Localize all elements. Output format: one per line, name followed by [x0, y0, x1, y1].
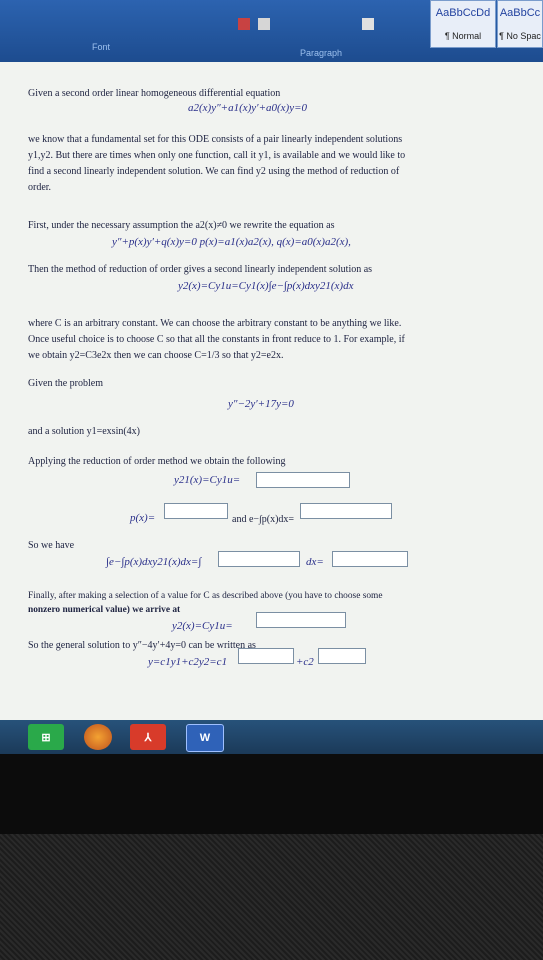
equation-problem: y″−2y′+17y=0: [228, 398, 294, 410]
font-color-icon[interactable]: [238, 18, 250, 30]
equation-y21-label: y21(x)=Cy1u=: [174, 474, 241, 486]
firefox-icon[interactable]: [84, 724, 112, 750]
font-group-label: Font: [92, 42, 111, 52]
problem-label: Given the problem: [28, 378, 103, 389]
pdf-glyph-icon: ⅄: [144, 731, 152, 744]
general-solution-c2-label: +c2: [296, 656, 314, 668]
finally-text: nonzero numerical value) we arrive at: [28, 605, 181, 615]
y2-answer-input[interactable]: [256, 612, 346, 628]
style-no-spacing-preview: AaBbCc: [499, 7, 541, 19]
style-normal-preview: AaBbCcDd: [435, 7, 491, 19]
integral-dx-label: dx=: [306, 556, 324, 568]
windows-icon: ⊞: [41, 731, 51, 744]
paragraph-group-label: Paragraph: [300, 48, 343, 58]
word-ribbon: Font Paragraph AaBbCcDd ¶ Normal AaBbCc …: [0, 0, 543, 62]
equation-p-label: p(x)=: [130, 512, 156, 524]
so-we-have-text: So we have: [28, 540, 75, 551]
method-text: Then the method of reduction of order gi…: [28, 264, 373, 275]
fundamental-set-text: order.: [28, 182, 52, 193]
applying-text: Applying the reduction of order method w…: [28, 456, 286, 467]
sort-icon[interactable]: [362, 18, 374, 30]
equation-reduction-formula: y2(x)=Cy1u=Cy1(x)∫e−∫p(x)dxy21(x)dx: [178, 280, 354, 292]
exp-integral-answer-input[interactable]: [300, 503, 392, 519]
equation-ode: a2(x)y″+a1(x)y′+a0(x)y=0: [188, 102, 308, 114]
intro-text: Given a second order linear homogeneous …: [28, 88, 281, 99]
highlight-icon[interactable]: [258, 18, 270, 30]
c1-term-input[interactable]: [238, 648, 294, 664]
style-no-spacing[interactable]: AaBbCc ¶ No Spac: [497, 0, 543, 48]
general-solution-label: y=c1y1+c2y2=c1: [148, 656, 228, 668]
word-icon: W: [199, 732, 211, 744]
equation-y2-label: y2(x)=Cy1u=: [172, 620, 233, 632]
laptop-bezel: [0, 754, 543, 834]
constant-text: Once useful choice is to choose C so tha…: [28, 334, 405, 345]
exp-integral-label: and e−∫p(x)dx=: [232, 514, 295, 525]
assumption-text: First, under the necessary assumption th…: [28, 220, 335, 231]
given-solution-text: and a solution y1=exsin(4x): [28, 426, 141, 437]
start-button[interactable]: ⊞: [28, 724, 64, 750]
fundamental-set-text: y1,y2. But there are times when only one…: [28, 150, 406, 161]
constant-text: we obtain y2=C3e2x then we can choose C=…: [28, 350, 284, 361]
word-taskbar-button[interactable]: W: [186, 724, 224, 752]
integral-answer-input[interactable]: [332, 551, 408, 567]
style-normal[interactable]: AaBbCcDd ¶ Normal: [430, 0, 496, 48]
p-answer-input[interactable]: [164, 503, 228, 519]
finally-text: Finally, after making a selection of a v…: [28, 591, 383, 601]
acrobat-icon[interactable]: ⅄: [130, 724, 166, 750]
equation-standard-form: y″+p(x)y′+q(x)y=0 p(x)=a1(x)a2(x), q(x)=…: [112, 236, 351, 248]
integrand-answer-input[interactable]: [218, 551, 300, 567]
fundamental-set-text: find a second linearly independent solut…: [28, 166, 400, 177]
style-normal-label: ¶ Normal: [444, 31, 482, 41]
integral-label: ∫e−∫p(x)dxy21(x)dx=∫: [106, 556, 202, 568]
laptop-keyboard-grille: [0, 834, 543, 960]
y21-answer-input[interactable]: [256, 472, 350, 488]
general-solution-text: So the general solution to y″−4y′+4y=0 c…: [28, 640, 256, 651]
fundamental-set-text: we know that a fundamental set for this …: [28, 134, 403, 145]
document-page: Given a second order linear homogeneous …: [0, 62, 543, 720]
style-no-spacing-label: ¶ No Spac: [499, 31, 541, 41]
constant-text: where C is an arbitrary constant. We can…: [28, 318, 402, 329]
c2-term-input[interactable]: [318, 648, 366, 664]
windows-taskbar: ⊞ ⅄ W: [0, 720, 543, 754]
